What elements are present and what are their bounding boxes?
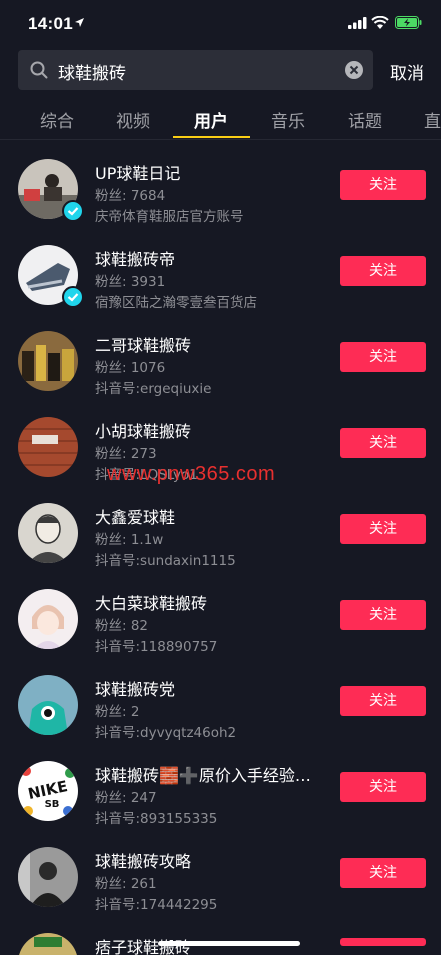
user-subtitle: 抖音号:174442295	[95, 897, 218, 913]
tab-music[interactable]: 音乐	[271, 107, 305, 132]
user-name: UP球鞋日记	[95, 164, 181, 183]
search-input[interactable]: 球鞋搬砖	[18, 50, 373, 90]
search-row: 球鞋搬砖 取消	[0, 50, 441, 92]
status-bar: 14:01	[0, 0, 441, 46]
avatar[interactable]	[18, 503, 78, 563]
verified-badge-icon	[62, 200, 84, 222]
user-fans: 粉丝: 2	[95, 704, 140, 720]
location-arrow-icon	[75, 18, 84, 27]
avatar[interactable]	[18, 331, 78, 391]
search-query: 球鞋搬砖	[58, 64, 126, 84]
follow-button[interactable]: 关注	[340, 256, 426, 286]
user-row[interactable]: UP球鞋日记 粉丝: 7684 庆帝体育鞋服店官方账号 关注	[0, 142, 441, 228]
follow-button[interactable]: 关注	[340, 772, 426, 802]
search-icon	[30, 61, 48, 79]
avatar[interactable]	[18, 589, 78, 649]
avatar[interactable]: NIKE SB	[18, 761, 78, 821]
user-name: 大白菜球鞋搬砖	[95, 594, 208, 613]
status-time: 14:01	[28, 14, 73, 33]
wifi-icon	[371, 16, 389, 29]
user-fans: 粉丝: 247	[95, 790, 157, 806]
user-subtitle: 抖音号:sundaxin1115	[95, 553, 236, 569]
follow-button[interactable]: 关注	[340, 858, 426, 888]
verified-badge-icon	[62, 286, 84, 308]
follow-button[interactable]: 关注	[340, 428, 426, 458]
user-subtitle: 宿豫区陆之瀚零壹叁百货店	[95, 295, 257, 311]
user-fans: 粉丝: 82	[95, 618, 149, 634]
user-name: 球鞋搬砖攻略	[95, 852, 192, 871]
user-name: 球鞋搬砖🧱➕原价入手经验…	[95, 766, 311, 785]
tab-users[interactable]: 用户	[194, 107, 228, 132]
clear-icon[interactable]	[345, 61, 363, 79]
user-name: 球鞋搬砖党	[95, 680, 176, 699]
tab-videos[interactable]: 视频	[116, 107, 150, 132]
user-subtitle: 抖音号:893155335	[95, 811, 218, 827]
user-subtitle: 抖音号:118890757	[95, 639, 218, 655]
user-row[interactable]: NIKE SB 球鞋搬砖🧱➕原价入手经验… 粉丝: 247 抖音号:8931553…	[0, 744, 441, 830]
user-fans: 粉丝: 1076	[95, 360, 166, 376]
cellular-signal-icon	[348, 17, 367, 29]
user-row[interactable]: 二哥球鞋搬砖 粉丝: 1076 抖音号:ergeqiuxie 关注	[0, 314, 441, 400]
avatar[interactable]	[18, 847, 78, 907]
home-indicator[interactable]	[158, 941, 300, 946]
follow-button[interactable]: 关注	[340, 686, 426, 716]
user-name: 小胡球鞋搬砖	[95, 422, 192, 441]
user-subtitle: 抖音号:dyvyqtz46oh2	[95, 725, 237, 741]
user-name: 二哥球鞋搬砖	[95, 336, 192, 355]
user-fans: 粉丝: 273	[95, 446, 157, 462]
user-row[interactable]: 大鑫爱球鞋 粉丝: 1.1w 抖音号:sundaxin1115 关注	[0, 486, 441, 572]
follow-button[interactable]: 关注	[340, 514, 426, 544]
avatar[interactable]	[18, 675, 78, 735]
user-fans: 粉丝: 1.1w	[95, 532, 164, 548]
follow-button[interactable]: 关注	[340, 600, 426, 630]
user-row[interactable]: 球鞋搬砖党 粉丝: 2 抖音号:dyvyqtz46oh2 关注	[0, 658, 441, 744]
user-name: 大鑫爱球鞋	[95, 508, 176, 527]
user-row[interactable]: 球鞋搬砖帝 粉丝: 3931 宿豫区陆之瀚零壹叁百货店 关注	[0, 228, 441, 314]
tab-bar: 综合 视频 用户 音乐 话题 直	[0, 102, 441, 140]
battery-charging-icon	[395, 16, 422, 29]
cancel-button[interactable]: 取消	[390, 59, 424, 84]
tab-live[interactable]: 直	[424, 107, 441, 132]
user-subtitle: 抖音号:ergeqiuxie	[95, 381, 212, 397]
active-tab-indicator	[173, 136, 250, 138]
avatar[interactable]	[18, 417, 78, 477]
user-name: 球鞋搬砖帝	[95, 250, 176, 269]
user-row[interactable]: 痞子球鞋搬砖	[0, 916, 441, 955]
svg-text:SB: SB	[45, 799, 60, 810]
user-row[interactable]: 球鞋搬砖攻略 粉丝: 261 抖音号:174442295 关注	[0, 830, 441, 916]
avatar[interactable]	[18, 933, 78, 955]
user-fans: 粉丝: 261	[95, 876, 157, 892]
user-subtitle: 庆帝体育鞋服店官方账号	[95, 209, 244, 225]
follow-button[interactable]	[340, 938, 426, 946]
user-fans: 粉丝: 3931	[95, 274, 166, 290]
user-row[interactable]: 大白菜球鞋搬砖 粉丝: 82 抖音号:118890757 关注	[0, 572, 441, 658]
watermark: www.pnw365.com	[107, 463, 276, 485]
follow-button[interactable]: 关注	[340, 170, 426, 200]
tab-topics[interactable]: 话题	[348, 107, 382, 132]
follow-button[interactable]: 关注	[340, 342, 426, 372]
user-fans: 粉丝: 7684	[95, 188, 166, 204]
tab-comprehensive[interactable]: 综合	[40, 107, 74, 132]
